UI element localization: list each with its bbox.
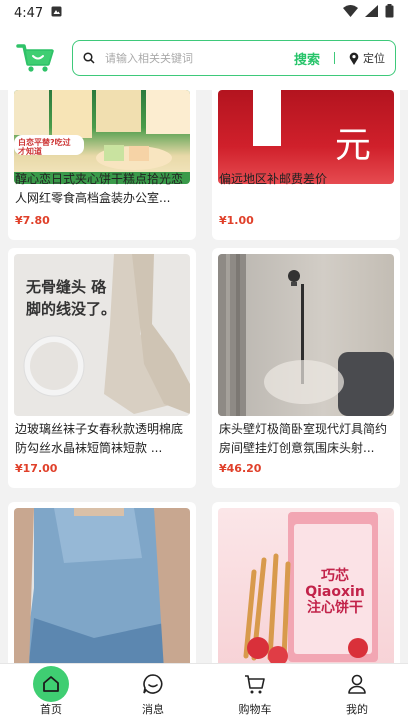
tab-home[interactable]: 首页 [0,664,102,725]
header: 搜索 定位 [0,26,408,90]
product-card[interactable]: 巧芯 Qiaoxin 注心饼干 [212,502,400,663]
product-card[interactable]: 床头壁灯极简卧室现代灯具简约房间壁挂灯创意氛围床头射... ¥46.20 [212,248,400,488]
status-bar: 4:47 [0,0,408,26]
product-image [218,254,394,416]
product-image [14,508,190,663]
battery-icon [385,4,394,22]
product-title: 醇心恋日式夹心饼干糕点拾光恋人网红零食高档盒装办公室... [15,172,184,205]
wifi-icon [343,5,358,21]
product-title: 床头壁灯极简卧室现代灯具简约房间壁挂灯创意氛围床头射... [219,422,388,455]
tab-cart[interactable]: 购物车 [204,664,306,725]
product-image-caption: 无骨缝头 硌脚的线没了。 [26,278,117,318]
tab-profile[interactable]: 我的 [306,664,408,725]
notification-icon [51,6,62,21]
locate-label: 定位 [363,52,385,65]
user-icon [344,671,370,697]
product-card[interactable]: 白恋平替?吃过才知道 醇心恋日式夹心饼干糕点拾光恋人网红零食高档盒装办公室...… [8,90,196,240]
product-grid: 白恋平替?吃过才知道 醇心恋日式夹心饼干糕点拾光恋人网红零食高档盒装办公室...… [0,90,408,663]
status-time: 4:47 [14,5,44,21]
tab-messages[interactable]: 消息 [102,664,204,725]
product-card[interactable]: 1元 偏远地区补邮费差价 ¥1.00 [212,90,400,240]
product-image-caption: 巧芯 Qiaoxin 注心饼干 [305,568,365,616]
search-button[interactable]: 搜索 [294,49,320,68]
product-price: ¥1.00 [219,214,254,227]
cart-icon [242,671,268,697]
product-card[interactable] [8,502,196,663]
home-icon [33,666,69,702]
signal-icon [365,5,378,21]
search-divider [334,52,335,64]
product-image: 巧芯 Qiaoxin 注心饼干 [218,508,394,663]
search-bar: 搜索 定位 [72,40,396,76]
tab-label: 首页 [40,703,62,716]
product-image-caption: 白恋平替?吃过才知道 [18,138,71,156]
locate-button[interactable]: 定位 [349,50,385,66]
product-card[interactable]: 无骨缝头 硌脚的线没了。 边玻璃丝袜子女春秋款透明棉底防勾丝水晶袜短筒袜短款 .… [8,248,196,488]
product-title: 偏远地区补邮费差价 [219,172,328,186]
message-icon [140,671,166,697]
bottom-tab-bar: 首页 消息 购物车 我的 [0,663,408,725]
product-image: 无骨缝头 硌脚的线没了。 [14,254,190,416]
tab-label: 购物车 [238,703,272,716]
tab-label: 消息 [142,703,164,716]
search-icon [83,49,95,68]
location-pin-icon [349,52,359,65]
product-price: ¥7.80 [15,214,50,227]
search-input[interactable] [105,51,284,65]
product-price: ¥17.00 [15,462,58,475]
product-image-caption: 1元 [336,126,371,166]
tab-label: 我的 [346,703,368,716]
shop-cart-logo-icon[interactable] [16,42,54,74]
product-title: 边玻璃丝袜子女春秋款透明棉底防勾丝水晶袜短筒袜短款 ... [15,422,184,455]
product-price: ¥46.20 [219,462,262,475]
